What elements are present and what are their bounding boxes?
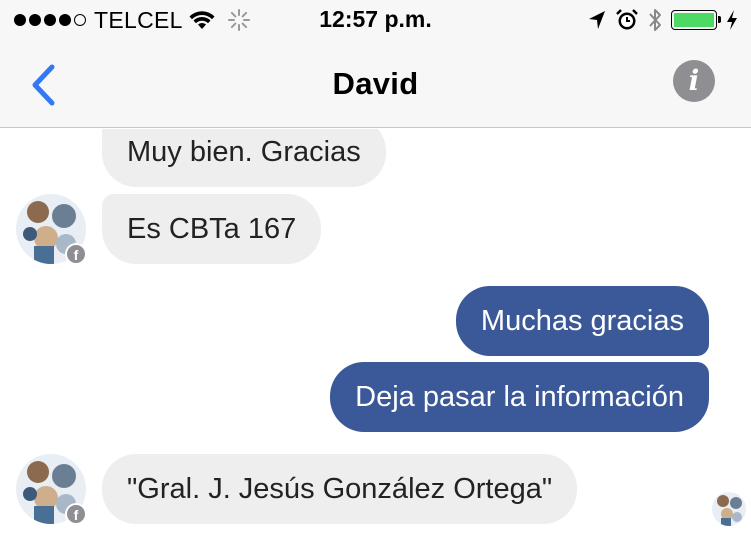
message-bubble-incoming[interactable]: Es CBTa 167	[102, 194, 322, 264]
message-bubble-incoming[interactable]: Muy bien. Gracias	[102, 129, 386, 187]
message-text: Muy bien. Gracias	[127, 136, 361, 168]
svg-text:f: f	[74, 507, 79, 523]
message-text: Muchas gracias	[480, 305, 684, 337]
bluetooth-icon	[649, 9, 661, 31]
battery-icon	[671, 10, 721, 30]
info-button[interactable]: i	[673, 60, 715, 102]
conversation-title[interactable]: David	[0, 66, 751, 102]
contact-avatar[interactable]: f	[16, 454, 86, 524]
message-bubble-incoming[interactable]: "Gral. J. Jesús González Ortega"	[102, 454, 578, 524]
alarm-clock-icon	[616, 9, 638, 30]
read-receipt-avatar	[712, 492, 746, 526]
svg-text:f: f	[74, 247, 79, 263]
message-bubble-outgoing[interactable]: Muchas gracias	[455, 286, 709, 356]
contact-avatar[interactable]: f	[16, 194, 86, 264]
status-right	[587, 7, 739, 33]
message-thread[interactable]: Muy bien. Gracias f Es CBTa 167 Muchas g…	[0, 129, 751, 541]
message-text: Deja pasar la información	[355, 381, 684, 413]
charging-bolt-icon	[727, 10, 737, 30]
message-bubble-outgoing[interactable]: Deja pasar la información	[330, 362, 709, 432]
message-text: "Gral. J. Jesús González Ortega"	[127, 473, 553, 505]
info-icon: i	[688, 64, 700, 97]
navigation-bar: David i	[0, 40, 751, 128]
location-arrow-icon	[589, 11, 605, 29]
status-bar: TELCEL 12:57 p.m.	[0, 0, 751, 40]
message-text: Es CBTa 167	[127, 213, 297, 245]
